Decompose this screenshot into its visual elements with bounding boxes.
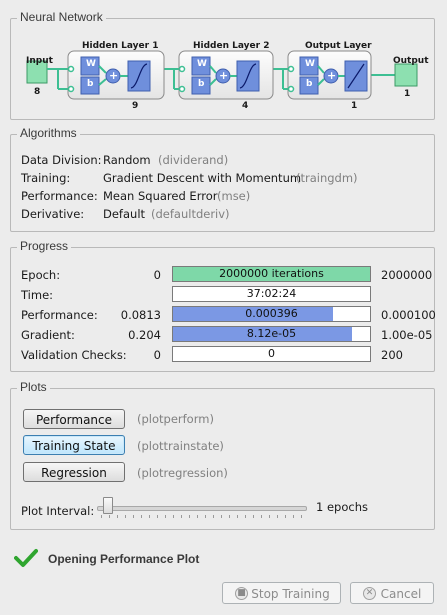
progress-label-time: Time: bbox=[21, 288, 54, 302]
algo-label-derivative: Derivative: bbox=[21, 207, 85, 221]
plot-interval-label: Plot Interval: bbox=[21, 504, 95, 518]
algo-fn-derivative: (defaultderiv) bbox=[151, 207, 230, 221]
progress-panel: Progress Epoch: 0 2000000 iterations 200… bbox=[10, 239, 436, 372]
bias-label-1: b bbox=[87, 79, 94, 89]
hidden-layer-1-label: Hidden Layer 1 bbox=[82, 41, 159, 51]
bias-label-2: b bbox=[198, 79, 205, 89]
sum-icon-1: + bbox=[109, 69, 119, 82]
sum-icon-3: + bbox=[327, 69, 337, 82]
status-text: Opening Performance Plot bbox=[48, 552, 200, 566]
progress-label-epoch: Epoch: bbox=[21, 268, 61, 282]
time-progress-bar: 37:02:24 bbox=[172, 286, 371, 302]
performance-progress-bar: 0.000396 bbox=[172, 306, 371, 322]
checkmark-icon bbox=[14, 549, 38, 567]
hidden-layer-2-size: 4 bbox=[242, 101, 249, 111]
progress-label-gradient: Gradient: bbox=[21, 328, 75, 342]
algo-value-derivative: Default bbox=[103, 207, 146, 221]
algo-value-division: Random bbox=[103, 153, 151, 167]
gradient-progress-bar: 8.12e-05 bbox=[172, 326, 371, 342]
output-size: 1 bbox=[404, 89, 411, 99]
algo-fn-training: (traingdm) bbox=[296, 171, 358, 185]
hidden-layer-1-size: 9 bbox=[132, 101, 139, 111]
validation-progress-bar: 0 bbox=[172, 346, 371, 362]
cancel-button[interactable]: ✕ Cancel bbox=[350, 582, 434, 604]
progress-min-performance: 0.0813 bbox=[120, 308, 161, 322]
progress-min-epoch: 0 bbox=[153, 268, 161, 282]
algo-label-division: Data Division: bbox=[21, 153, 102, 167]
algo-fn-performance: (mse) bbox=[217, 189, 251, 203]
algo-label-training: Training: bbox=[21, 171, 71, 185]
algorithms-panel: Algorithms Data Division: Random (divide… bbox=[10, 126, 435, 232]
cancel-icon: ✕ bbox=[363, 587, 376, 600]
output-node bbox=[394, 63, 418, 87]
plot-interval-slider[interactable] bbox=[97, 497, 307, 519]
progress-label-performance: Performance: bbox=[21, 308, 98, 322]
output-layer-size: 1 bbox=[351, 101, 358, 111]
algo-value-training: Gradient Descent with Momentum bbox=[103, 171, 302, 185]
progress-min-gradient: 0.204 bbox=[128, 328, 161, 342]
slider-thumb[interactable] bbox=[103, 497, 113, 514]
hidden-layer-2-label: Hidden Layer 2 bbox=[193, 41, 270, 51]
progress-max-validation: 200 bbox=[381, 348, 403, 362]
output-label: Output bbox=[393, 56, 429, 66]
input-label: Input bbox=[26, 56, 53, 66]
stop-training-button[interactable]: ■ Stop Training bbox=[222, 582, 341, 604]
progress-max-gradient: 1.00e-05 bbox=[381, 328, 433, 342]
input-size: 8 bbox=[34, 87, 41, 97]
slider-ticks bbox=[101, 515, 303, 518]
progress-max-performance: 0.000100 bbox=[381, 308, 436, 322]
epoch-progress-bar: 2000000 iterations bbox=[172, 266, 371, 282]
algo-label-performance: Performance: bbox=[21, 189, 98, 203]
time-progress-text: 37:02:24 bbox=[246, 287, 297, 300]
weight-label-1: W bbox=[86, 59, 96, 69]
algorithms-title: Algorithms bbox=[17, 126, 80, 140]
progress-label-validation: Validation Checks: bbox=[21, 348, 127, 362]
algo-value-performance: Mean Squared Error bbox=[103, 189, 218, 203]
weight-label-3: W bbox=[305, 59, 315, 69]
neural-network-panel: Neural Network Input 8 Hidden Layer 1 9 … bbox=[10, 10, 435, 120]
progress-max-epoch: 2000000 bbox=[381, 268, 433, 282]
plots-title: Plots bbox=[17, 380, 50, 394]
plotregression-label: (plotregression) bbox=[137, 466, 228, 480]
bias-label-3: b bbox=[306, 79, 313, 89]
output-layer-label: Output Layer bbox=[305, 41, 372, 51]
weight-label-2: W bbox=[197, 59, 207, 69]
progress-title: Progress bbox=[17, 239, 72, 253]
validation-progress-text: 0 bbox=[268, 347, 275, 360]
slider-track bbox=[97, 506, 307, 511]
training-state-plot-button[interactable]: Training State bbox=[23, 435, 125, 455]
plotperform-label: (plotperform) bbox=[137, 412, 214, 426]
performance-plot-button[interactable]: Performance bbox=[23, 409, 125, 429]
epoch-progress-text: 2000000 iterations bbox=[219, 267, 324, 280]
performance-progress-text: 0.000396 bbox=[245, 307, 298, 320]
plots-panel: Plots Performance (plotperform) Training… bbox=[10, 380, 435, 530]
plot-interval-value: 1 epochs bbox=[316, 500, 368, 514]
algo-fn-division: (dividerand) bbox=[158, 153, 229, 167]
sum-icon-2: + bbox=[219, 69, 229, 82]
regression-plot-button[interactable]: Regression bbox=[23, 462, 125, 482]
stop-icon: ■ bbox=[235, 587, 248, 600]
gradient-progress-text: 8.12e-05 bbox=[246, 327, 297, 340]
plottrainstate-label: (plottrainstate) bbox=[137, 439, 224, 453]
progress-min-validation: 0 bbox=[153, 348, 161, 362]
